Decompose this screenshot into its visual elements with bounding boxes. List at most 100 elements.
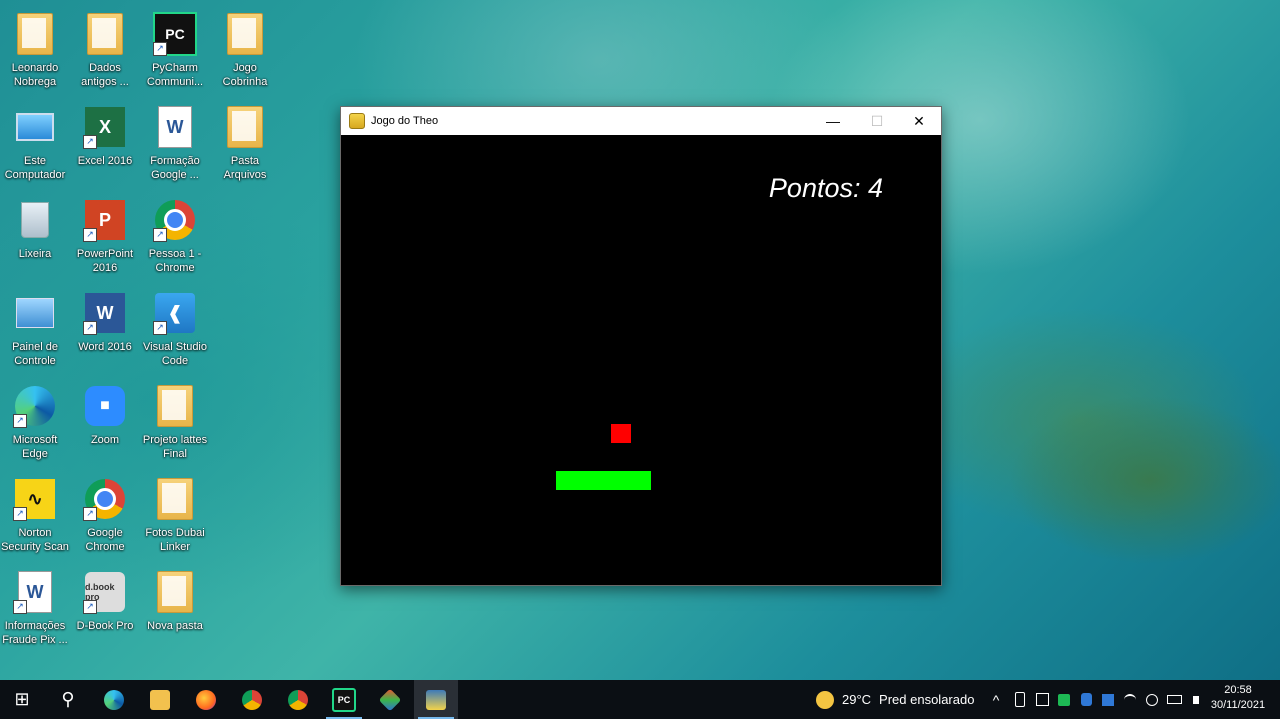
maximize-button[interactable]: ☐ — [855, 107, 899, 135]
taskbar-file-explorer[interactable] — [138, 680, 182, 719]
desktop-icon-lixeira[interactable]: Lixeira — [0, 190, 70, 280]
word-document-icon: W ↗ — [13, 570, 57, 614]
taskbar-pycharm[interactable]: PC — [322, 680, 366, 719]
desktop-icon-fotos-dubai-linker[interactable]: Fotos Dubai Linker — [140, 469, 210, 559]
taskbar-chrome[interactable] — [230, 680, 274, 719]
shortcut-arrow-icon: ↗ — [83, 600, 97, 614]
battery-icon[interactable] — [1164, 680, 1184, 719]
folder-icon — [153, 570, 197, 614]
network-app-icon[interactable] — [1098, 680, 1118, 719]
desktop-icon-projeto-lattes-final[interactable]: Projeto lattes Final — [140, 376, 210, 466]
desktop-icon-visual-studio-code[interactable]: ❰ ↗ Visual Studio Code — [140, 283, 210, 373]
taskbar: ⊞ ⚲ PC 29°C Pred ensolarado ^ 20:58 30/1… — [0, 680, 1280, 719]
vscode-icon: ❰ ↗ — [153, 291, 197, 335]
chrome-profile-icon — [288, 689, 308, 710]
desktop-icon-label: Painel de Controle — [12, 341, 58, 367]
control-panel-icon — [13, 291, 57, 335]
desktop-icon-pessoa-1-chrome[interactable]: ↗ Pessoa 1 - Chrome — [140, 190, 210, 280]
python-icon — [426, 689, 446, 710]
desktop-icon-label: Microsoft Edge — [12, 434, 58, 460]
pycharm-icon: PC — [332, 687, 356, 712]
system-clock[interactable]: 20:58 30/11/2021 — [1208, 683, 1268, 713]
desktop-icon-leonardo-nobrega[interactable]: Leonardo Nobrega — [0, 4, 70, 94]
desktop-icon-powerpoint-2016[interactable]: P ↗ PowerPoint 2016 — [70, 190, 140, 280]
folder-icon — [83, 12, 127, 56]
chrome-icon — [242, 689, 262, 710]
game-window[interactable]: Jogo do Theo — ☐ ✕ Pontos: 4 — [340, 106, 942, 586]
wifi-icon[interactable] — [1120, 680, 1140, 719]
recycle-bin-icon — [13, 198, 57, 242]
desktop-icon-formacao-google[interactable]: W Formação Google ... — [140, 97, 210, 187]
desktop-icon-label: Pessoa 1 - Chrome — [148, 248, 202, 274]
desktop-icon-jogo-cobrinha[interactable]: Jogo Cobrinha — [210, 4, 280, 94]
clock-date: 30/11/2021 — [1210, 699, 1266, 711]
bluetooth-icon[interactable] — [1076, 680, 1096, 719]
minimize-button[interactable]: — — [811, 107, 855, 135]
game-canvas[interactable]: Pontos: 4 — [341, 135, 941, 585]
search-button[interactable]: ⚲ — [46, 680, 90, 719]
desktop-icon-label: Formação Google ... — [150, 155, 200, 181]
taskbar-firefox[interactable] — [184, 680, 228, 719]
desktop-icon-label: Zoom — [90, 434, 120, 446]
powerpoint-icon: P ↗ — [83, 198, 127, 242]
taskbar-edge[interactable] — [92, 680, 136, 719]
desktop-icon-pycharm[interactable]: PC ↗ PyCharm Communi... — [140, 4, 210, 94]
taskbar-python-game[interactable] — [414, 680, 458, 719]
norton-icon: ∿ ↗ — [13, 477, 57, 521]
usb-icon[interactable] — [1010, 680, 1030, 719]
desktop-icon-d-book-pro[interactable]: d.book pro ↗ D-Book Pro — [70, 562, 140, 652]
desktop-icon-este-computador[interactable]: Este Computador — [0, 97, 70, 187]
desktop-icon-painel-de-controle[interactable]: Painel de Controle — [0, 283, 70, 373]
desktop-icon-label: PowerPoint 2016 — [76, 248, 134, 274]
file-explorer-icon — [150, 689, 170, 710]
green-app-icon[interactable] — [1054, 680, 1074, 719]
zoom-icon: ■ — [83, 384, 127, 428]
title-bar[interactable]: Jogo do Theo — ☐ ✕ — [341, 107, 941, 135]
desktop-icon-pasta-arquivos[interactable]: Pasta Arquivos — [210, 97, 280, 187]
desktop-icon-label: Leonardo Nobrega — [11, 62, 59, 88]
desktop-icon-label: Word 2016 — [78, 341, 132, 353]
clock-time: 20:58 — [1224, 684, 1252, 696]
word-document-icon: W — [153, 105, 197, 149]
volume-icon[interactable] — [1186, 680, 1206, 719]
folder-icon — [153, 477, 197, 521]
start-button[interactable]: ⊞ — [0, 680, 44, 719]
desktop-icon-nova-pasta[interactable]: Nova pasta — [140, 562, 210, 652]
desktop-icon-label: D-Book Pro — [76, 620, 134, 632]
close-button[interactable]: ✕ — [897, 107, 941, 135]
desktop-icon-excel-2016[interactable]: X ↗ Excel 2016 — [70, 97, 140, 187]
desktop-icon-label: Jogo Cobrinha — [222, 62, 268, 88]
desktop-icon-label: Excel 2016 — [77, 155, 133, 167]
desktop-icon-informacoes-fraude-pix[interactable]: W ↗ Informações Fraude Pix ... — [0, 562, 70, 652]
desktop-icon-dados-antigos[interactable]: Dados antigos ... — [70, 4, 140, 94]
chrome-profile-icon: ↗ — [153, 198, 197, 242]
word-icon: W ↗ — [83, 291, 127, 335]
sun-cloud-icon — [816, 690, 834, 709]
dbook-icon: d.book pro ↗ — [83, 570, 127, 614]
snake-body — [556, 471, 651, 490]
taskbar-chrome-profile[interactable] — [276, 680, 320, 719]
taskbar-git-app[interactable] — [368, 680, 412, 719]
folder-icon — [223, 105, 267, 149]
device-icon[interactable] — [1032, 680, 1052, 719]
weather-widget[interactable]: 29°C Pred ensolarado — [816, 680, 974, 719]
edge-icon — [104, 689, 124, 710]
tray-chevron-icon[interactable]: ^ — [986, 680, 1006, 719]
sync-icon[interactable] — [1142, 680, 1162, 719]
window-title: Jogo do Theo — [371, 115, 439, 127]
desktop-icon-word-2016[interactable]: W ↗ Word 2016 — [70, 283, 140, 373]
desktop-icon-zoom[interactable]: ■ Zoom — [70, 376, 140, 466]
desktop-icon-google-chrome[interactable]: ↗ Google Chrome — [70, 469, 140, 559]
weather-description: Pred ensolarado — [879, 692, 975, 707]
shortcut-arrow-icon: ↗ — [13, 414, 27, 428]
desktop-icon-microsoft-edge[interactable]: ↗ Microsoft Edge — [0, 376, 70, 466]
desktop-icon-label: Informações Fraude Pix ... — [2, 620, 68, 646]
desktop-icon-label: Lixeira — [18, 248, 52, 260]
shortcut-arrow-icon: ↗ — [153, 42, 167, 56]
git-icon — [378, 688, 402, 711]
firefox-icon — [196, 689, 216, 710]
edge-icon: ↗ — [13, 384, 57, 428]
desktop-icon-norton-security-scan[interactable]: ∿ ↗ Norton Security Scan — [0, 469, 70, 559]
python-icon — [349, 113, 365, 129]
desktop-icon-label: Este Computador — [4, 155, 66, 181]
